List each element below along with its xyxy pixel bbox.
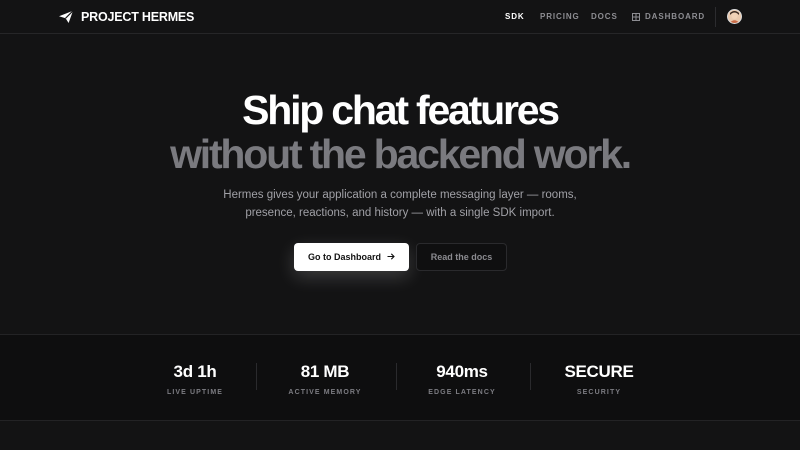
nav-link-docs[interactable]: DOCS — [591, 11, 618, 23]
stat-label: SECURITY — [576, 389, 622, 396]
nav-link-sdk[interactable]: SDK — [505, 11, 525, 23]
user-avatar[interactable] — [727, 9, 742, 24]
go-to-dashboard-label: Go to Dashboard — [307, 252, 381, 262]
stat-value: 940ms — [436, 362, 488, 381]
stat-memory: 81 MB ACTIVE MEMORY — [260, 362, 390, 397]
nav-link-pricing[interactable]: PRICING — [540, 11, 580, 23]
nav-divider — [715, 7, 716, 27]
stats-band: 3d 1h LIVE UPTIME 81 MB ACTIVE MEMORY 94… — [0, 334, 800, 421]
hero-subtitle: Hermes gives your application a complete… — [0, 186, 800, 222]
read-the-docs-button[interactable]: Read the docs — [416, 243, 507, 271]
hero-title: Ship chat features without the backend w… — [0, 88, 800, 176]
top-navbar: PROJECT HERMES SDK PRICING DOCS DASHBOAR… — [0, 0, 800, 34]
stat-latency: 940ms EDGE LATENCY — [397, 362, 527, 397]
stat-security: SECURE SECURITY — [534, 362, 664, 397]
stat-value: 81 MB — [300, 362, 350, 381]
arrow-right-icon — [387, 252, 395, 262]
stat-label: ACTIVE MEMORY — [288, 389, 362, 396]
stat-uptime: 3d 1h LIVE UPTIME — [130, 362, 260, 397]
stat-divider — [530, 363, 531, 390]
nav-link-dashboard-label: DASHBOARD — [645, 12, 706, 21]
stat-label: EDGE LATENCY — [428, 389, 496, 396]
hero-title-line2: without the backend work. — [170, 131, 632, 177]
nav-links: SDK PRICING DOCS DASHBOARD — [0, 11, 800, 23]
hero-subtitle-line1: Hermes gives your application a complete… — [223, 189, 577, 201]
hero-title-line1: Ship chat features — [242, 87, 560, 133]
go-to-dashboard-button[interactable]: Go to Dashboard — [294, 243, 409, 271]
stat-label: LIVE UPTIME — [166, 389, 224, 396]
nav-link-dashboard[interactable]: DASHBOARD — [632, 11, 705, 23]
stat-value: 3d 1h — [173, 362, 217, 381]
stat-divider — [256, 363, 257, 390]
stat-value: SECURE — [564, 362, 634, 381]
grid-icon — [632, 13, 640, 21]
hero-subtitle-line2: presence, reactions, and history — with … — [245, 207, 555, 219]
